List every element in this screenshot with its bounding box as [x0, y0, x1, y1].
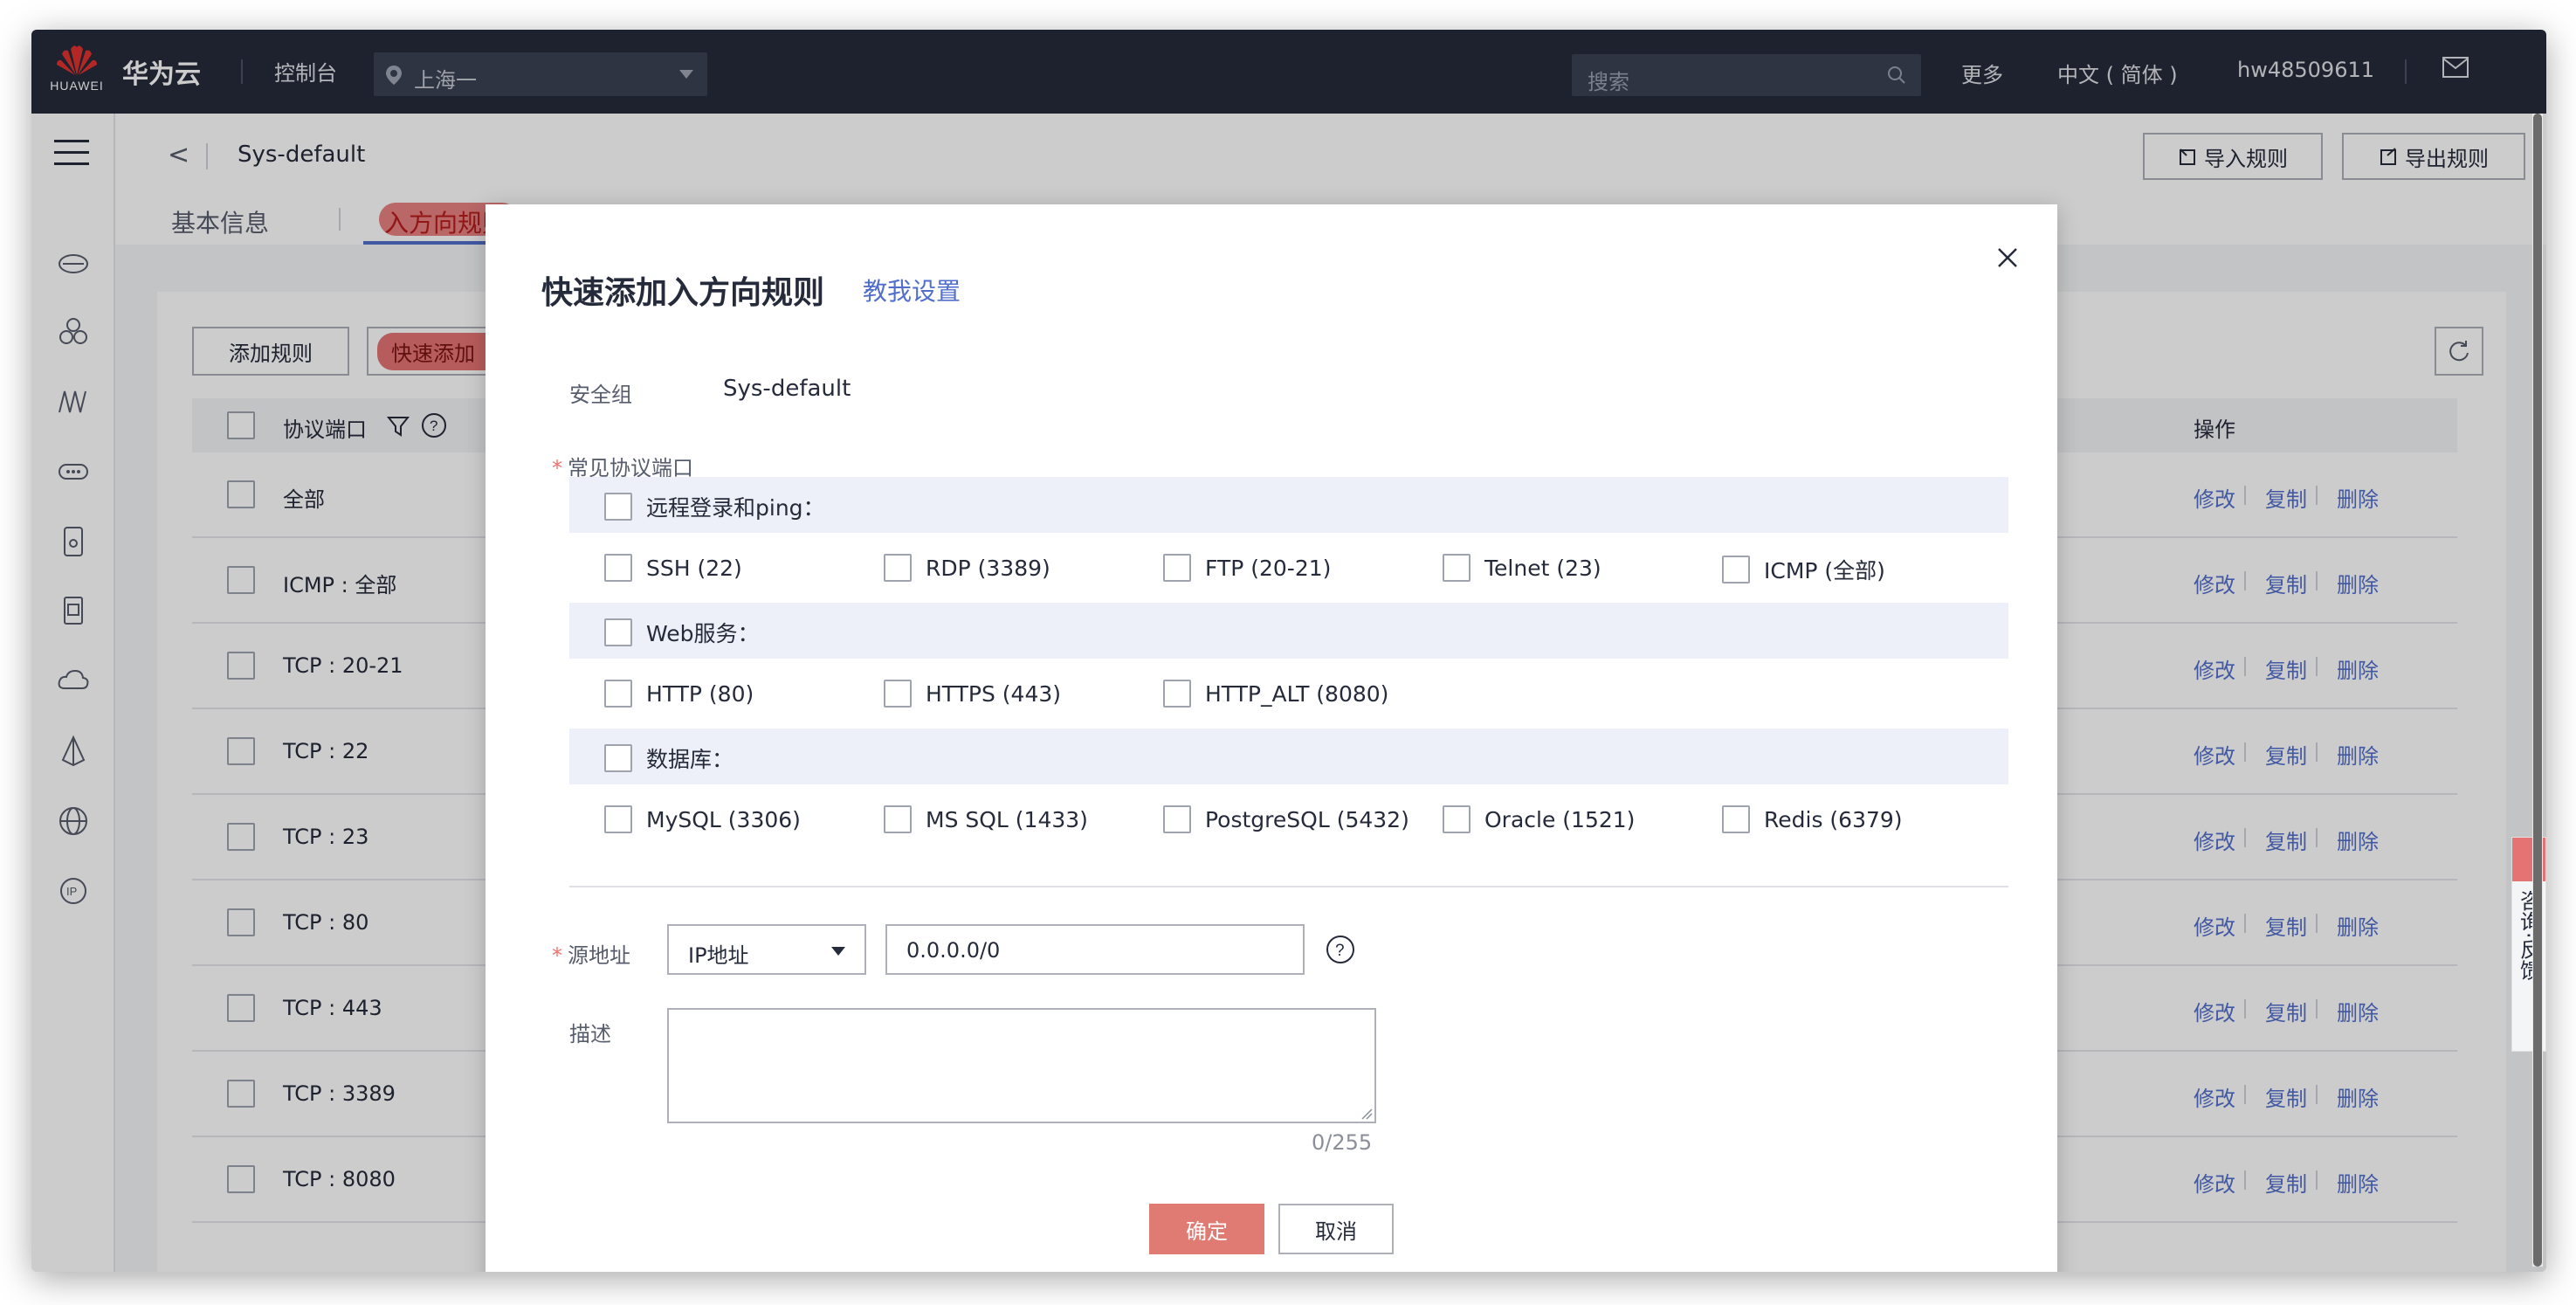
source-address-value: 0.0.0.0/0 [906, 938, 1001, 963]
group-label: 数据库： [646, 747, 734, 772]
port-option[interactable]: Telnet (23) [1443, 554, 1601, 582]
port-option[interactable]: HTTP_ALT (8080) [1163, 680, 1388, 708]
source-type-value: IP地址 [688, 943, 749, 968]
port-option-label: Oracle (1521) [1484, 806, 1636, 832]
confirm-button[interactable]: 确定 [1149, 1204, 1264, 1254]
required-mark: * [552, 943, 562, 968]
port-option[interactable]: FTP (20-21) [1163, 554, 1331, 582]
required-mark: * [552, 456, 562, 480]
port-option[interactable]: ICMP (全部) [1722, 554, 1885, 585]
close-icon[interactable] [1996, 246, 2019, 269]
cancel-button[interactable]: 取消 [1278, 1204, 1394, 1254]
port-option[interactable]: RDP (3389) [884, 554, 1050, 582]
group-label: Web服务： [646, 621, 760, 646]
port-checkbox[interactable] [1443, 805, 1471, 833]
port-option[interactable]: Redis (6379) [1722, 805, 1903, 833]
resize-handle-icon[interactable] [1360, 1108, 1373, 1120]
character-counter: 0/255 [1312, 1130, 1373, 1155]
group-checkbox-option[interactable]: 远程登录和ping： [604, 491, 825, 522]
help-icon[interactable]: ? [1326, 935, 1355, 964]
port-checkbox[interactable] [1722, 556, 1750, 583]
port-option-label: Redis (6379) [1764, 806, 1903, 832]
group-checkbox[interactable] [604, 618, 632, 646]
port-option[interactable]: HTTP (80) [604, 680, 754, 708]
port-option-label: MS SQL (1433) [926, 806, 1088, 832]
port-option-label: RDP (3389) [926, 555, 1050, 581]
divider [569, 886, 2008, 887]
port-checkbox[interactable] [884, 554, 912, 582]
port-option-label: MySQL (3306) [646, 806, 801, 832]
port-group-header: Web服务： [569, 603, 2008, 659]
source-type-select[interactable]: IP地址 [667, 924, 866, 975]
port-option[interactable]: Oracle (1521) [1443, 805, 1635, 833]
source-address-input[interactable]: 0.0.0.0/0 [885, 924, 1305, 975]
port-option-label: Telnet (23) [1484, 555, 1601, 581]
port-checkbox[interactable] [604, 805, 632, 833]
port-option[interactable]: MS SQL (1433) [884, 805, 1088, 833]
source-address-text: 源地址 [568, 943, 630, 968]
port-checkbox[interactable] [1443, 554, 1471, 582]
scrollbar-thumb[interactable] [2533, 114, 2542, 1267]
group-checkbox-option[interactable]: 数据库： [604, 742, 734, 774]
page-scrollbar[interactable] [2532, 114, 2543, 1267]
port-checkbox[interactable] [604, 554, 632, 582]
help-setup-link[interactable]: 教我设置 [863, 273, 961, 307]
port-checkbox[interactable] [1163, 805, 1191, 833]
port-option-label: ICMP (全部) [1764, 558, 1885, 583]
port-checkbox[interactable] [1722, 805, 1750, 833]
chevron-down-icon [831, 947, 845, 956]
description-textarea[interactable] [667, 1008, 1376, 1123]
group-checkbox-option[interactable]: Web服务： [604, 617, 760, 648]
quick-add-inbound-rule-dialog: 快速添加入方向规则 教我设置 安全组 Sys-default * 常见协议端口 远… [486, 204, 2057, 1272]
port-option-label: HTTPS (443) [926, 680, 1062, 707]
port-option[interactable]: PostgreSQL (5432) [1163, 805, 1409, 833]
dialog-title: 快速添加入方向规则 [541, 275, 825, 311]
port-checkbox[interactable] [884, 680, 912, 708]
port-checkbox[interactable] [1163, 554, 1191, 582]
port-group-header: 数据库： [569, 728, 2008, 784]
port-option-label: HTTP (80) [646, 680, 754, 707]
svg-text:?: ? [1335, 942, 1345, 960]
port-option[interactable]: SSH (22) [604, 554, 742, 582]
description-label: 描述 [569, 1022, 611, 1046]
port-option[interactable]: MySQL (3306) [604, 805, 801, 833]
port-option-label: PostgreSQL (5432) [1205, 806, 1409, 832]
port-option-label: HTTP_ALT (8080) [1205, 680, 1389, 707]
source-address-label: * 源地址 [552, 938, 630, 969]
security-group-label: 安全组 [569, 383, 632, 407]
port-checkbox[interactable] [604, 680, 632, 708]
security-group-value: Sys-default [723, 376, 851, 402]
port-group-header: 远程登录和ping： [569, 477, 2008, 533]
group-label: 远程登录和ping： [646, 495, 825, 521]
port-option-label: SSH (22) [646, 555, 742, 581]
port-checkbox[interactable] [884, 805, 912, 833]
port-option[interactable]: HTTPS (443) [884, 680, 1061, 708]
group-checkbox[interactable] [604, 493, 632, 521]
port-checkbox[interactable] [1163, 680, 1191, 708]
group-checkbox[interactable] [604, 744, 632, 772]
port-option-label: FTP (20-21) [1205, 555, 1332, 581]
browser-window: HUAWEI 华为云 控制台 上海一 搜索 更多 中文 ( 简体 ) hw485… [31, 30, 2546, 1272]
